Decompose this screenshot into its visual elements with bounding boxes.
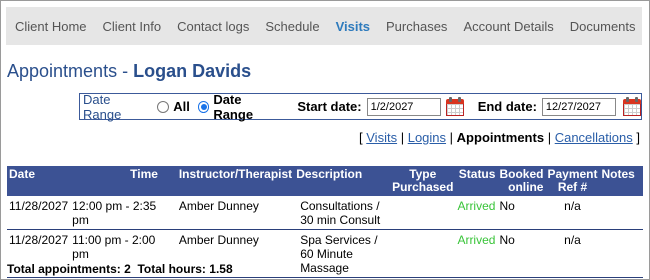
page-title-text: Appointments: [7, 61, 118, 81]
tab-schedule[interactable]: Schedule: [265, 19, 319, 34]
radio-all[interactable]: All: [157, 99, 190, 114]
tab-visits[interactable]: Visits: [336, 19, 370, 34]
total-appointments-value: 2: [124, 262, 131, 276]
tab-client-info[interactable]: Client Info: [103, 19, 162, 34]
title-separator: -: [117, 61, 134, 81]
totals-summary: Total appointments: 2 Total hours: 1.58: [7, 262, 233, 276]
tab-client-home[interactable]: Client Home: [15, 19, 87, 34]
col-instructor[interactable]: Instructor/Therapist: [176, 166, 295, 196]
tab-contact-logs[interactable]: Contact logs: [177, 19, 249, 34]
col-date[interactable]: Date: [7, 166, 71, 196]
col-time[interactable]: Time: [70, 166, 177, 196]
cell-type-purchased: [390, 229, 456, 278]
start-date-label: Start date:: [297, 99, 362, 114]
cell-payment-ref: n/a: [545, 229, 600, 278]
col-description[interactable]: Description: [294, 166, 391, 196]
cell-notes: [599, 229, 643, 278]
cell-type-purchased: [390, 196, 456, 230]
end-date-calendar-icon[interactable]: [622, 96, 641, 117]
total-appointments-label: Total appointments:: [7, 262, 121, 276]
cell-booked-online: No: [497, 229, 546, 278]
date-range-filter: Date Range All Date Range Start date: En…: [79, 91, 642, 122]
cell-description: Spa Services / 60 Minute Massage: [294, 229, 391, 278]
open-bracket: [: [359, 130, 363, 145]
separator: |: [400, 130, 405, 145]
col-booked-online[interactable]: Booked online: [497, 166, 546, 196]
table-row[interactable]: 11/28/2027 12:00 pm - 2:35 pm Amber Dunn…: [7, 196, 643, 230]
cell-status: Arrived: [455, 229, 498, 278]
total-hours-label: Total hours:: [137, 262, 206, 276]
separator: |: [449, 130, 454, 145]
close-bracket: ]: [636, 130, 640, 145]
page-title: Appointments - Logan Davids: [7, 61, 251, 82]
link-logins[interactable]: Logins: [408, 130, 446, 145]
col-payment-ref[interactable]: Payment Ref #: [545, 166, 600, 196]
radio-date-range-circle[interactable]: [197, 100, 210, 113]
separator: |: [547, 130, 552, 145]
radio-all-label: All: [173, 99, 190, 114]
cell-status: Arrived: [455, 196, 498, 230]
client-nav-tabs: Client Home Client Info Contact logs Sch…: [6, 7, 642, 45]
cell-date: 11/28/2027: [7, 196, 71, 230]
start-date-calendar-icon[interactable]: [445, 96, 464, 117]
cell-instructor: Amber Dunney: [176, 196, 295, 230]
history-links: [ Visits | Logins | Appointments | Cance…: [359, 130, 640, 145]
appointments-panel: Client Home Client Info Contact logs Sch…: [0, 0, 650, 280]
end-date-input[interactable]: [541, 97, 616, 116]
radio-date-range-label: Date Range: [213, 91, 254, 122]
cell-payment-ref: n/a: [545, 196, 600, 230]
col-notes[interactable]: Notes: [599, 166, 643, 196]
cell-description: Consultations / 30 min Consult: [294, 196, 391, 230]
cell-booked-online: No: [497, 196, 546, 230]
total-hours-value: 1.58: [209, 262, 233, 276]
tab-purchases[interactable]: Purchases: [386, 19, 447, 34]
start-date-input[interactable]: [366, 97, 441, 116]
tab-documents[interactable]: Documents: [570, 19, 636, 34]
client-name: Logan Davids: [133, 61, 252, 81]
link-appointments-current: Appointments: [456, 130, 545, 145]
cell-notes: [599, 196, 643, 230]
table-header-row: Date Time Instructor/Therapist Descripti…: [7, 166, 643, 196]
cell-time: 12:00 pm - 2:35 pm: [70, 196, 177, 230]
col-status[interactable]: Status: [455, 166, 498, 196]
link-visits[interactable]: Visits: [366, 130, 397, 145]
radio-date-range[interactable]: Date Range: [197, 91, 282, 122]
radio-all-circle[interactable]: [157, 100, 170, 113]
col-type-purchased[interactable]: Type Purchased: [390, 166, 456, 196]
end-date-label: End date:: [477, 99, 537, 114]
link-cancellations[interactable]: Cancellations: [555, 130, 633, 145]
tab-account-details[interactable]: Account Details: [463, 19, 553, 34]
date-range-label: Date Range: [83, 91, 122, 122]
